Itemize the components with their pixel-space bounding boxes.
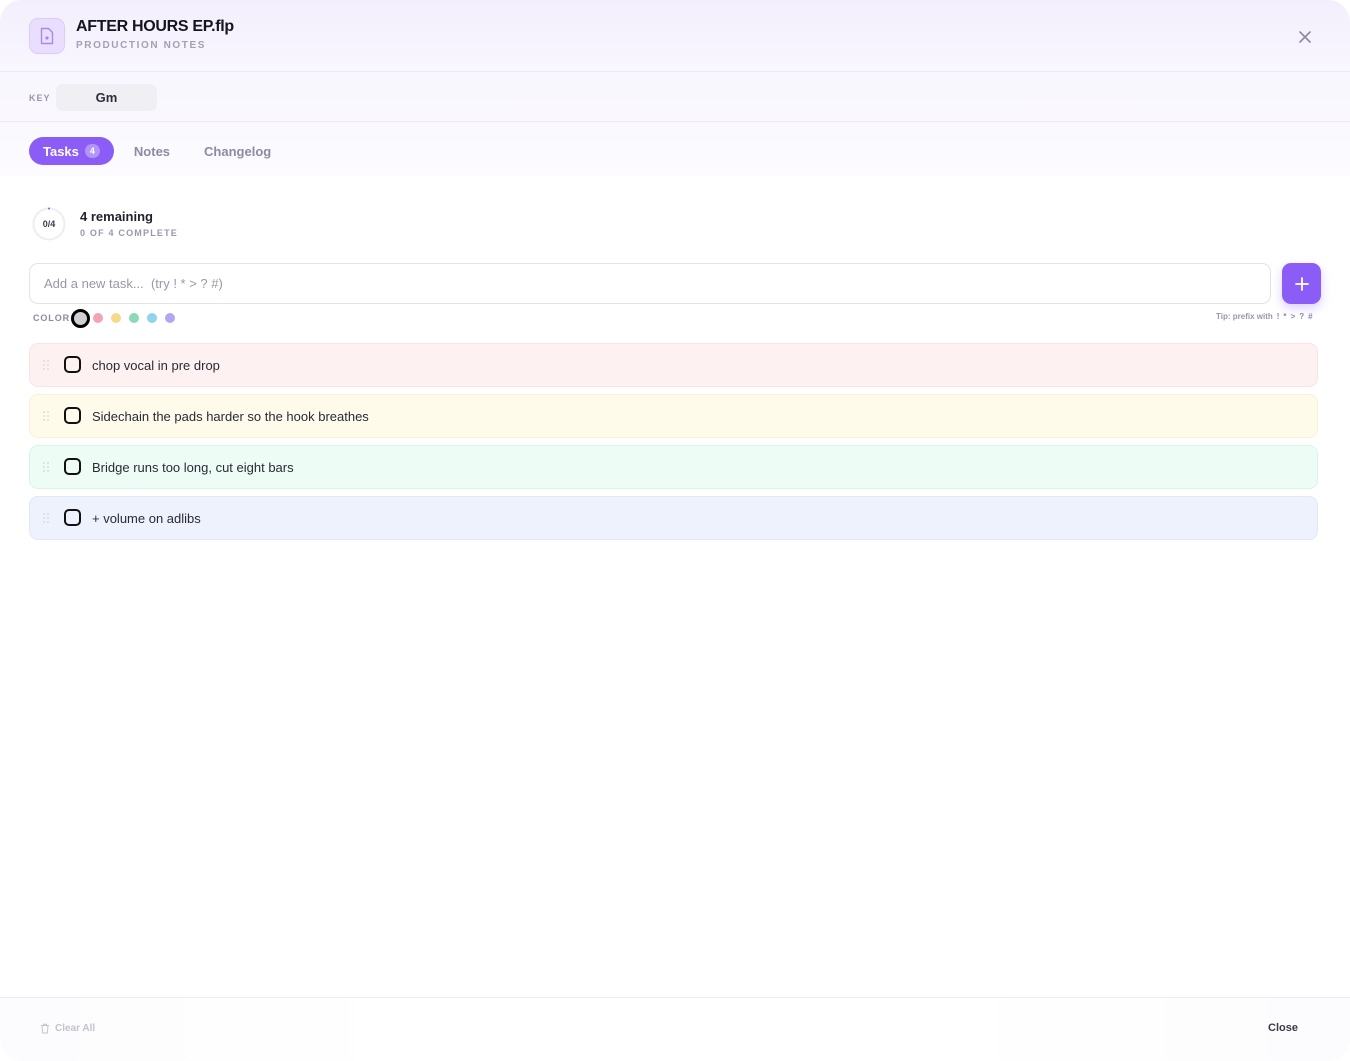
clear-all-button[interactable]: Clear All: [40, 1023, 95, 1034]
task-text: + volume on adlibs: [92, 511, 201, 526]
close-icon[interactable]: [1294, 26, 1316, 48]
task-checkbox[interactable]: [64, 509, 81, 526]
prefix-tip: Tip: prefix with! * >? #: [1216, 312, 1313, 321]
task-text: Bridge runs too long, cut eight bars: [92, 460, 294, 475]
prefix-tip-text: Tip: prefix with: [1216, 312, 1273, 321]
add-task-button[interactable]: [1282, 263, 1321, 304]
plus-icon: [1294, 276, 1309, 291]
color-label: COLOR: [33, 313, 70, 323]
close-button[interactable]: Close: [1268, 1022, 1298, 1034]
drag-handle-icon[interactable]: [43, 411, 49, 421]
modal-header: AFTER HOURS EP.flp PRODUCTION NOTES: [0, 0, 1350, 72]
drag-handle-icon[interactable]: [43, 462, 49, 472]
progress-count: 0/4: [42, 219, 56, 229]
key-row: KEY Gm: [0, 73, 1350, 122]
key-label: KEY: [29, 93, 51, 103]
color-swatch-yellow[interactable]: [111, 313, 121, 323]
task-item[interactable]: Bridge runs too long, cut eight bars: [29, 445, 1318, 489]
tab-tasks-count: 4: [84, 144, 100, 158]
trash-icon: [41, 1023, 49, 1034]
color-swatch-gray[interactable]: [71, 309, 90, 328]
new-task-input[interactable]: [29, 263, 1271, 304]
task-text: Sidechain the pads harder so the hook br…: [92, 409, 369, 424]
prefix-symbol: !: [1276, 312, 1280, 321]
tab-tasks[interactable]: Tasks 4: [29, 137, 114, 165]
task-checkbox[interactable]: [64, 407, 81, 424]
prefix-symbol: >: [1290, 312, 1296, 321]
file-title: AFTER HOURS EP.flp: [76, 18, 234, 35]
production-notes-modal: AFTER HOURS EP.flp PRODUCTION NOTES KEY …: [0, 0, 1350, 1061]
task-item[interactable]: chop vocal in pre drop: [29, 343, 1318, 387]
tab-changelog[interactable]: Changelog: [204, 137, 271, 165]
tab-tasks-label: Tasks: [43, 143, 79, 159]
color-swatch-blue[interactable]: [147, 313, 157, 323]
prefix-symbol: ?: [1299, 312, 1305, 321]
task-item[interactable]: Sidechain the pads harder so the hook br…: [29, 394, 1318, 438]
file-icon: [29, 18, 65, 54]
prefix-symbol: #: [1308, 312, 1313, 321]
key-selector[interactable]: Gm: [56, 84, 157, 111]
drag-handle-icon[interactable]: [43, 513, 49, 523]
color-swatch-purple[interactable]: [165, 313, 175, 323]
modal-footer: Clear All Close: [0, 997, 1350, 1061]
task-text: chop vocal in pre drop: [92, 358, 220, 373]
drag-handle-icon[interactable]: [43, 360, 49, 370]
clear-all-label: Clear All: [55, 1023, 96, 1034]
task-item[interactable]: + volume on adlibs: [29, 496, 1318, 540]
file-subtitle: PRODUCTION NOTES: [76, 40, 207, 51]
tab-bar: Tasks 4 Notes Changelog: [29, 137, 271, 165]
complete-status: 0 OF 4 COMPLETE: [80, 228, 179, 238]
task-checkbox[interactable]: [64, 458, 81, 475]
tab-notes[interactable]: Notes: [134, 137, 170, 165]
color-swatch-green[interactable]: [129, 313, 139, 323]
remaining-count: 4 remaining: [80, 209, 153, 224]
color-swatch-pink[interactable]: [93, 313, 103, 323]
task-checkbox[interactable]: [64, 356, 81, 373]
prefix-symbol: *: [1283, 312, 1287, 321]
